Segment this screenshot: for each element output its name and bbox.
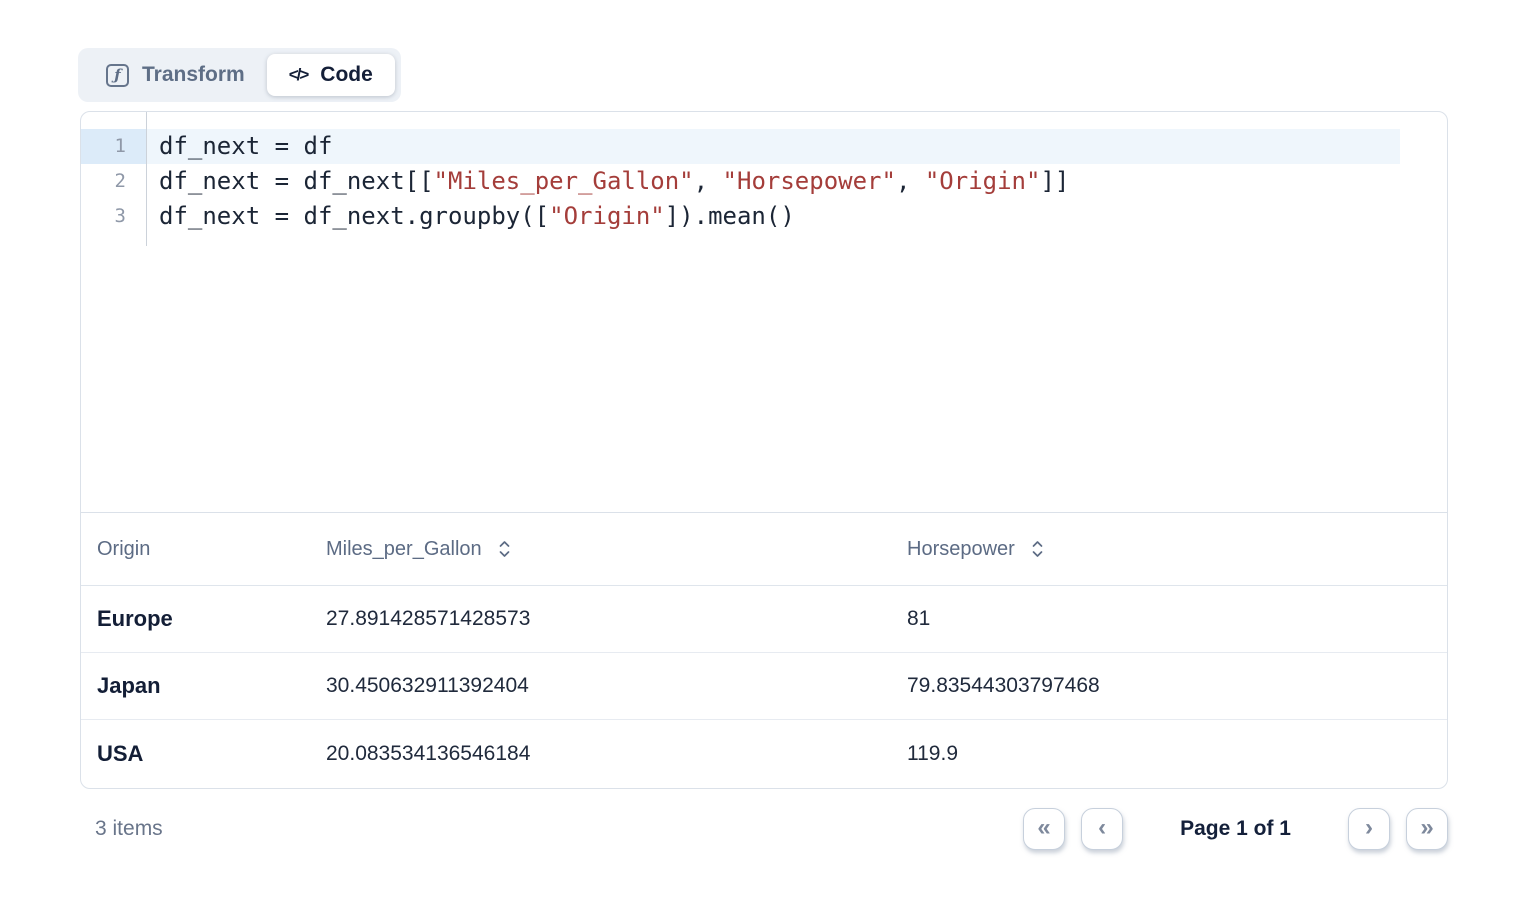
tab-code[interactable]: </> Code bbox=[267, 54, 395, 96]
gutter-divider bbox=[146, 112, 147, 246]
tab-transform[interactable]: ƒ Transform bbox=[84, 54, 267, 96]
tab-code-label: Code bbox=[320, 63, 373, 87]
view-tabbar: ƒ Transform </> Code bbox=[78, 48, 401, 102]
chevron-left-icon: ‹ bbox=[1098, 814, 1106, 842]
line-number: 1 bbox=[81, 129, 146, 164]
cell-horsepower: 81 bbox=[891, 607, 1447, 631]
items-count: 3 items bbox=[80, 817, 163, 841]
code-editor[interactable]: 1 df_next = df 2 df_next = df_next[["Mil… bbox=[81, 112, 1447, 513]
cell-miles-per-gallon: 30.450632911392404 bbox=[310, 674, 891, 698]
code-line: 1 df_next = df bbox=[81, 129, 1447, 164]
chevron-right-icon: › bbox=[1365, 814, 1373, 842]
cell-miles-per-gallon: 20.083534136546184 bbox=[310, 742, 891, 766]
next-page-button[interactable]: › bbox=[1348, 808, 1390, 850]
row-label: USA bbox=[81, 741, 310, 767]
code-icon: </> bbox=[289, 65, 308, 85]
table-row: USA 20.083534136546184 119.9 bbox=[81, 720, 1447, 787]
line-number: 3 bbox=[81, 199, 146, 234]
page-indicator: Page 1 of 1 bbox=[1180, 817, 1291, 841]
sort-icon[interactable] bbox=[497, 539, 512, 559]
line-number: 2 bbox=[81, 164, 146, 199]
table-row: Europe 27.891428571428573 81 bbox=[81, 586, 1447, 653]
code-line-content: df_next = df bbox=[146, 129, 1447, 164]
row-label: Europe bbox=[81, 606, 310, 632]
column-header-origin: Origin bbox=[81, 538, 310, 561]
double-chevron-left-icon: « bbox=[1037, 814, 1050, 842]
code-line-content: df_next = df_next[["Miles_per_Gallon", "… bbox=[146, 164, 1447, 199]
tab-transform-label: Transform bbox=[142, 63, 245, 87]
code-line-content: df_next = df_next.groupby(["Origin"]).me… bbox=[146, 199, 1447, 234]
function-icon: ƒ bbox=[106, 64, 129, 87]
sort-icon[interactable] bbox=[1030, 539, 1045, 559]
table-footer: 3 items « ‹ Page 1 of 1 › » bbox=[80, 801, 1448, 857]
code-line: 3 df_next = df_next.groupby(["Origin"]).… bbox=[81, 199, 1447, 234]
table-row: Japan 30.450632911392404 79.835443037974… bbox=[81, 653, 1447, 720]
row-label: Japan bbox=[81, 673, 310, 699]
previous-page-button[interactable]: ‹ bbox=[1081, 808, 1123, 850]
double-chevron-right-icon: » bbox=[1420, 814, 1433, 842]
column-header-horsepower: Horsepower bbox=[891, 538, 1447, 561]
pagination: « ‹ Page 1 of 1 › » bbox=[1023, 808, 1448, 850]
results-table: Origin Miles_per_Gallon Horsepower bbox=[81, 513, 1447, 787]
transform-panel: 1 df_next = df 2 df_next = df_next[["Mil… bbox=[80, 111, 1448, 789]
column-header-miles-per-gallon: Miles_per_Gallon bbox=[310, 538, 891, 561]
cell-miles-per-gallon: 27.891428571428573 bbox=[310, 607, 891, 631]
table-header-row: Origin Miles_per_Gallon Horsepower bbox=[81, 513, 1447, 586]
cell-horsepower: 119.9 bbox=[891, 742, 1447, 766]
first-page-button[interactable]: « bbox=[1023, 808, 1065, 850]
cell-horsepower: 79.83544303797468 bbox=[891, 674, 1447, 698]
last-page-button[interactable]: » bbox=[1406, 808, 1448, 850]
code-line: 2 df_next = df_next[["Miles_per_Gallon",… bbox=[81, 164, 1447, 199]
